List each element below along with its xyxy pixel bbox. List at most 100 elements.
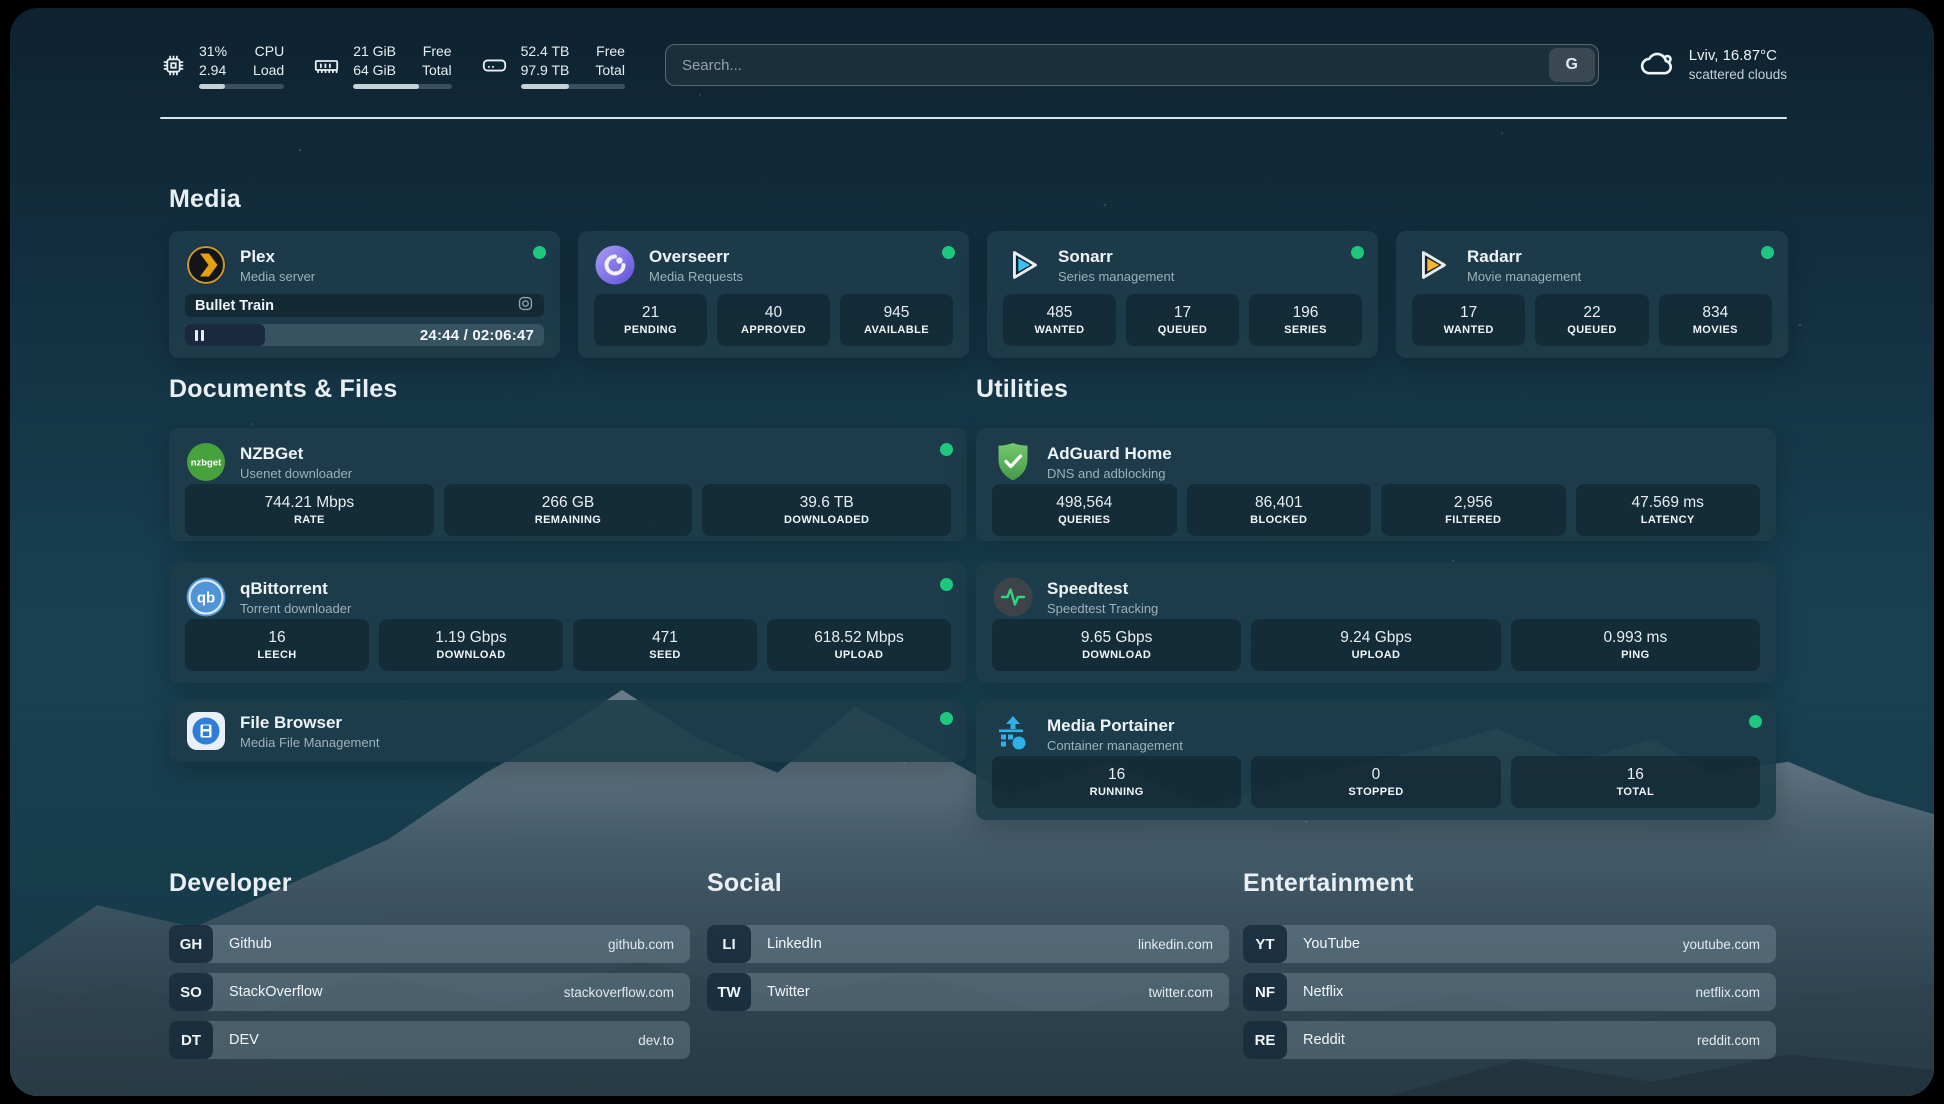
stat-box: 0.993 msPING <box>1511 619 1760 671</box>
adguard-card[interactable]: AdGuard Home DNS and adblocking 498,564Q… <box>976 428 1776 541</box>
now-playing-row: Bullet Train <box>185 294 544 317</box>
bookmark-url: stackoverflow.com <box>564 985 674 1000</box>
bookmark-name: Twitter <box>767 984 1148 1000</box>
overseerr-card[interactable]: Overseerr Media Requests 21PENDING 40APP… <box>578 231 969 358</box>
stat-value: 196 <box>1293 303 1319 322</box>
disk-total-value: 97.9 TB <box>521 61 570 80</box>
bookmark-name: DEV <box>229 1032 638 1048</box>
stat-box: 17QUEUED <box>1126 294 1239 346</box>
memory-widget: 21 GiB Free 64 GiB Total <box>312 42 451 89</box>
bookmark-abbr: DT <box>169 1021 213 1059</box>
dashboard-screen: 31% CPU 2.94 Load 21 GiB Free 64 G <box>10 8 1934 1096</box>
filebrowser-card[interactable]: File Browser Media File Management <box>169 700 967 762</box>
bookmark-dev[interactable]: DT DEV dev.to <box>169 1021 690 1059</box>
card-subtitle: DNS and adblocking <box>1047 465 1172 482</box>
top-bar: 31% CPU 2.94 Load 21 GiB Free 64 G <box>160 34 1787 96</box>
bookmark-url: netflix.com <box>1695 985 1760 1000</box>
stat-box: 86,401BLOCKED <box>1187 484 1372 536</box>
stat-value: 834 <box>1702 303 1728 322</box>
search-input[interactable] <box>666 57 1598 74</box>
stat-box: 16LEECH <box>185 619 369 671</box>
stat-value: 945 <box>884 303 910 322</box>
playback-time: 24:44 / 02:06:47 <box>420 324 534 346</box>
memory-label-1: Free <box>422 42 452 61</box>
status-dot <box>940 712 953 725</box>
card-subtitle: Series management <box>1058 268 1174 285</box>
stat-label: REMAINING <box>535 513 602 528</box>
search-engine-button[interactable]: G <box>1549 48 1595 82</box>
stat-label: AVAILABLE <box>864 323 929 338</box>
bookmark-stackoverflow[interactable]: SO StackOverflow stackoverflow.com <box>169 973 690 1011</box>
stat-value: 0 <box>1372 765 1381 784</box>
bookmark-name: Reddit <box>1303 1032 1697 1048</box>
playback-progress-bar: 24:44 / 02:06:47 <box>185 324 544 346</box>
bookmark-url: linkedin.com <box>1138 937 1213 952</box>
weather-location-temp: Lviv, 16.87°C <box>1689 46 1787 66</box>
stat-value: 485 <box>1047 303 1073 322</box>
card-title: AdGuard Home <box>1047 443 1172 464</box>
bookmark-youtube[interactable]: YT YouTube youtube.com <box>1243 925 1776 963</box>
bookmark-url: dev.to <box>638 1033 674 1048</box>
cpu-progress-fill <box>199 84 225 89</box>
stat-label: RUNNING <box>1090 785 1144 800</box>
stat-label: UPLOAD <box>1352 648 1401 663</box>
nzbget-card[interactable]: nzbget NZBGet Usenet downloader 744.21 M… <box>169 428 967 541</box>
card-title: NZBGet <box>240 443 352 464</box>
bookmark-name: YouTube <box>1303 936 1683 952</box>
status-dot <box>1761 246 1774 259</box>
stat-label: TOTAL <box>1616 785 1654 800</box>
stat-box: 744.21 MbpsRATE <box>185 484 434 536</box>
section-title-media: Media <box>169 185 241 214</box>
stat-label: STOPPED <box>1348 785 1403 800</box>
stat-label: LEECH <box>257 648 296 663</box>
portainer-card[interactable]: Media Portainer Container management 16R… <box>976 700 1776 820</box>
card-title: qBittorrent <box>240 578 351 599</box>
bookmark-twitter[interactable]: TW Twitter twitter.com <box>707 973 1229 1011</box>
disk-free-value: 52.4 TB <box>521 42 570 61</box>
disk-label-1: Free <box>595 42 625 61</box>
cpu-label-2: Load <box>253 61 284 80</box>
stat-box: 266 GBREMAINING <box>444 484 693 536</box>
bookmark-linkedin[interactable]: LI LinkedIn linkedin.com <box>707 925 1229 963</box>
radarr-card[interactable]: Radarr Movie management 17WANTED 22QUEUE… <box>1396 231 1788 358</box>
sonarr-logo-icon <box>1003 244 1045 286</box>
stat-label: QUEUED <box>1567 323 1616 338</box>
bookmark-url: twitter.com <box>1148 985 1213 1000</box>
bookmark-github[interactable]: GH Github github.com <box>169 925 690 963</box>
session-settings-icon[interactable] <box>517 295 534 317</box>
stat-box: 834MOVIES <box>1659 294 1772 346</box>
stat-box: 40APPROVED <box>717 294 830 346</box>
stat-label: QUEUED <box>1158 323 1207 338</box>
stat-value: 9.24 Gbps <box>1340 628 1412 647</box>
bookmark-netflix[interactable]: NF Netflix netflix.com <box>1243 973 1776 1011</box>
bookmark-abbr: SO <box>169 973 213 1011</box>
qbittorrent-card[interactable]: qb qBittorrent Torrent downloader 16LEEC… <box>169 563 967 683</box>
bookmark-reddit[interactable]: RE Reddit reddit.com <box>1243 1021 1776 1059</box>
overseerr-logo-icon <box>594 244 636 286</box>
stat-label: PENDING <box>624 323 677 338</box>
stat-value: 9.65 Gbps <box>1081 628 1153 647</box>
svg-text:qb: qb <box>197 590 215 607</box>
stat-value: 21 <box>642 303 659 322</box>
stat-value: 16 <box>268 628 285 647</box>
stat-value: 47.569 ms <box>1632 493 1704 512</box>
qbittorrent-logo-icon: qb <box>185 576 227 618</box>
speedtest-card[interactable]: Speedtest Speedtest Tracking 9.65 GbpsDO… <box>976 563 1776 683</box>
stat-value: 86,401 <box>1255 493 1302 512</box>
stat-label: LATENCY <box>1641 513 1695 528</box>
disk-label-2: Total <box>595 61 625 80</box>
stat-value: 39.6 TB <box>800 493 854 512</box>
sonarr-card[interactable]: Sonarr Series management 485WANTED 17QUE… <box>987 231 1378 358</box>
stat-value: 618.52 Mbps <box>814 628 904 647</box>
stat-box: 22QUEUED <box>1535 294 1648 346</box>
search-bar: G <box>665 44 1599 86</box>
card-title: Sonarr <box>1058 246 1174 267</box>
bookmark-abbr: LI <box>707 925 751 963</box>
plex-card[interactable]: Plex Media server Bullet Train 24:44 / 0… <box>169 231 560 358</box>
bookmark-url: reddit.com <box>1697 1033 1760 1048</box>
bookmark-abbr: TW <box>707 973 751 1011</box>
pause-icon[interactable] <box>195 330 204 341</box>
bookmark-name: Netflix <box>1303 984 1695 1000</box>
card-subtitle: Media File Management <box>240 734 379 751</box>
stat-value: 1.19 Gbps <box>435 628 507 647</box>
